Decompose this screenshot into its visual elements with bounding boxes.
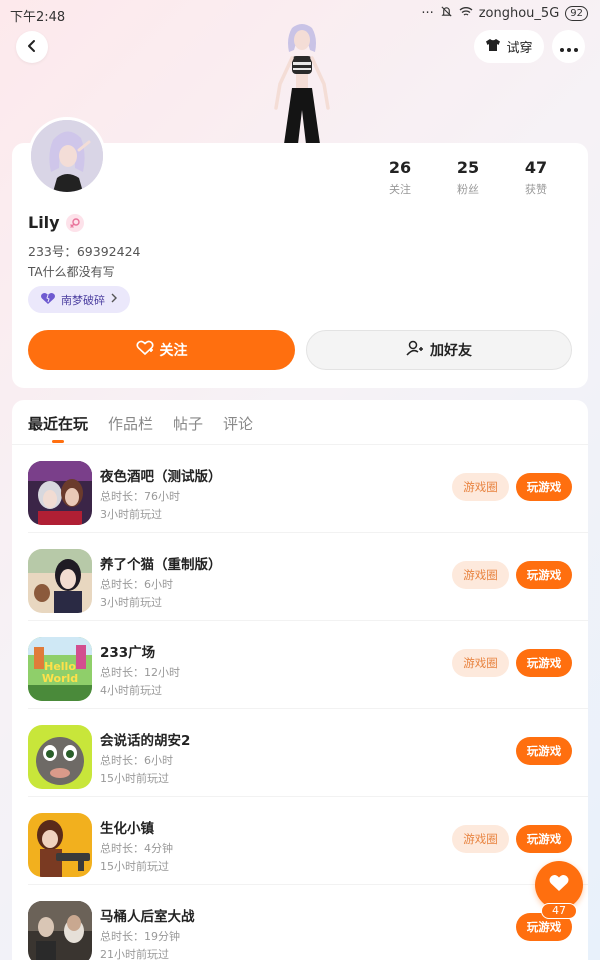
tag-label: 南梦破碎 — [61, 293, 105, 307]
play-game-button[interactable]: 玩游戏 — [516, 649, 572, 677]
female-icon — [65, 213, 84, 232]
tab-bar: 最近在玩 作品栏 帖子 评论 — [28, 413, 253, 434]
game-row[interactable]: Hello World 233广场 总时长：12小时 4小时前玩过 游戏圈 玩游… — [12, 621, 588, 709]
game-circle-button[interactable]: 游戏圈 — [452, 825, 509, 853]
follow-button[interactable]: 关注 — [28, 330, 295, 370]
tab-posts[interactable]: 帖子 — [173, 413, 203, 434]
game-icon: Hello World — [28, 637, 92, 701]
user-plus-icon — [406, 340, 424, 360]
game-row[interactable]: 养了个猫（重制版） 总时长：6小时 3小时前玩过 游戏圈 玩游戏 — [12, 533, 588, 621]
tag-chip[interactable]: 南梦破碎 — [28, 286, 130, 313]
username-row: Lily — [28, 213, 84, 232]
play-game-button[interactable]: 玩游戏 — [516, 825, 572, 853]
shirt-icon — [485, 38, 501, 56]
game-row[interactable]: 马桶人后室大战 总时长：19分钟 21小时前玩过 玩游戏 — [12, 885, 588, 960]
stat-label: 获赞 — [525, 183, 547, 196]
add-friend-button[interactable]: 加好友 — [306, 330, 572, 370]
tab-works[interactable]: 作品栏 — [108, 413, 153, 434]
game-duration: 总时长：12小时 — [100, 666, 180, 679]
stat-label: 关注 — [389, 183, 411, 196]
game-last-played: 15小时前玩过 — [100, 860, 169, 873]
game-icon — [28, 725, 92, 789]
game-row[interactable]: 生化小镇 总时长：4分钟 15小时前玩过 游戏圈 玩游戏 — [12, 797, 588, 885]
status-dots: ··· — [421, 6, 434, 21]
game-circle-button[interactable]: 游戏圈 — [452, 473, 509, 501]
stats: 26 关注 25 粉丝 47 获赞 — [366, 158, 570, 197]
game-last-played: 3小时前玩过 — [100, 596, 162, 609]
add-friend-label: 加好友 — [430, 343, 472, 359]
stat-followers[interactable]: 25 粉丝 — [434, 158, 502, 197]
heart-icon — [40, 292, 56, 308]
tab-recent[interactable]: 最近在玩 — [28, 413, 88, 434]
game-icon — [28, 461, 92, 525]
game-icon-text: Hello World — [41, 660, 79, 685]
like-count-badge: 47 — [541, 903, 577, 919]
game-last-played: 15小时前玩过 — [100, 772, 169, 785]
user-id: 233号：69392424 — [28, 244, 141, 259]
try-on-button[interactable]: 试穿 — [474, 30, 544, 63]
play-game-button[interactable]: 玩游戏 — [516, 473, 572, 501]
try-on-label: 试穿 — [506, 41, 533, 56]
stat-label: 粉丝 — [457, 183, 479, 196]
play-game-button[interactable]: 玩游戏 — [516, 737, 572, 765]
stat-likes[interactable]: 47 获赞 — [502, 158, 570, 197]
avatar[interactable] — [28, 117, 106, 195]
game-title: 会说话的胡安2 — [100, 733, 191, 749]
heart-icon — [548, 873, 570, 897]
more-dots-icon — [559, 37, 578, 56]
chevron-left-icon — [25, 38, 39, 57]
game-title: 夜色酒吧（测试版） — [100, 469, 222, 485]
tab-indicator — [52, 440, 64, 443]
stat-value: 47 — [524, 158, 548, 177]
battery-indicator: 92 — [565, 6, 588, 21]
stat-value: 25 — [456, 158, 480, 177]
game-last-played: 4小时前玩过 — [100, 684, 162, 697]
tab-comments[interactable]: 评论 — [223, 413, 253, 434]
status-time: 下午2:48 — [10, 10, 66, 25]
wifi-icon — [459, 6, 473, 21]
back-button[interactable] — [16, 31, 48, 63]
game-title: 马桶人后室大战 — [100, 909, 195, 925]
game-title: 生化小镇 — [100, 821, 154, 837]
game-circle-button[interactable]: 游戏圈 — [452, 561, 509, 589]
mute-icon — [440, 5, 453, 22]
game-title: 233广场 — [100, 645, 156, 661]
status-right: ··· zonghou_5G 92 — [421, 5, 588, 22]
game-duration: 总时长：6小时 — [100, 578, 173, 591]
play-game-button[interactable]: 玩游戏 — [516, 561, 572, 589]
game-last-played: 3小时前玩过 — [100, 508, 162, 521]
game-duration: 总时长：6小时 — [100, 754, 173, 767]
game-duration: 总时长：76小时 — [100, 490, 180, 503]
bio: TA什么都没有写 — [28, 265, 115, 279]
profile-card: 26 关注 25 粉丝 47 获赞 Lily 233号：69392424 TA什… — [12, 117, 588, 388]
recent-games-card: 最近在玩 作品栏 帖子 评论 夜色酒吧（测试版） 总时长：76小时 3小时前玩过… — [12, 400, 588, 960]
game-row[interactable]: 夜色酒吧（测试版） 总时长：76小时 3小时前玩过 游戏圈 玩游戏 — [12, 445, 588, 533]
more-button[interactable] — [552, 30, 585, 63]
follow-label: 关注 — [159, 343, 188, 359]
game-duration: 总时长：19分钟 — [100, 930, 180, 943]
chevron-right-icon — [110, 293, 118, 306]
game-title: 养了个猫（重制版） — [100, 557, 222, 573]
game-icon — [28, 813, 92, 877]
heart-plus-icon — [135, 340, 154, 360]
like-button[interactable] — [535, 861, 583, 909]
game-row[interactable]: 会说话的胡安2 总时长：6小时 15小时前玩过 玩游戏 — [12, 709, 588, 797]
game-circle-button[interactable]: 游戏圈 — [452, 649, 509, 677]
avatar-3d-figure[interactable] — [262, 22, 342, 144]
game-last-played: 21小时前玩过 — [100, 948, 169, 960]
username: Lily — [28, 213, 60, 232]
carrier: zonghou_5G — [478, 6, 560, 21]
game-icon — [28, 901, 92, 960]
stat-following[interactable]: 26 关注 — [366, 158, 434, 197]
stat-value: 26 — [388, 158, 412, 177]
game-icon — [28, 549, 92, 613]
game-duration: 总时长：4分钟 — [100, 842, 173, 855]
